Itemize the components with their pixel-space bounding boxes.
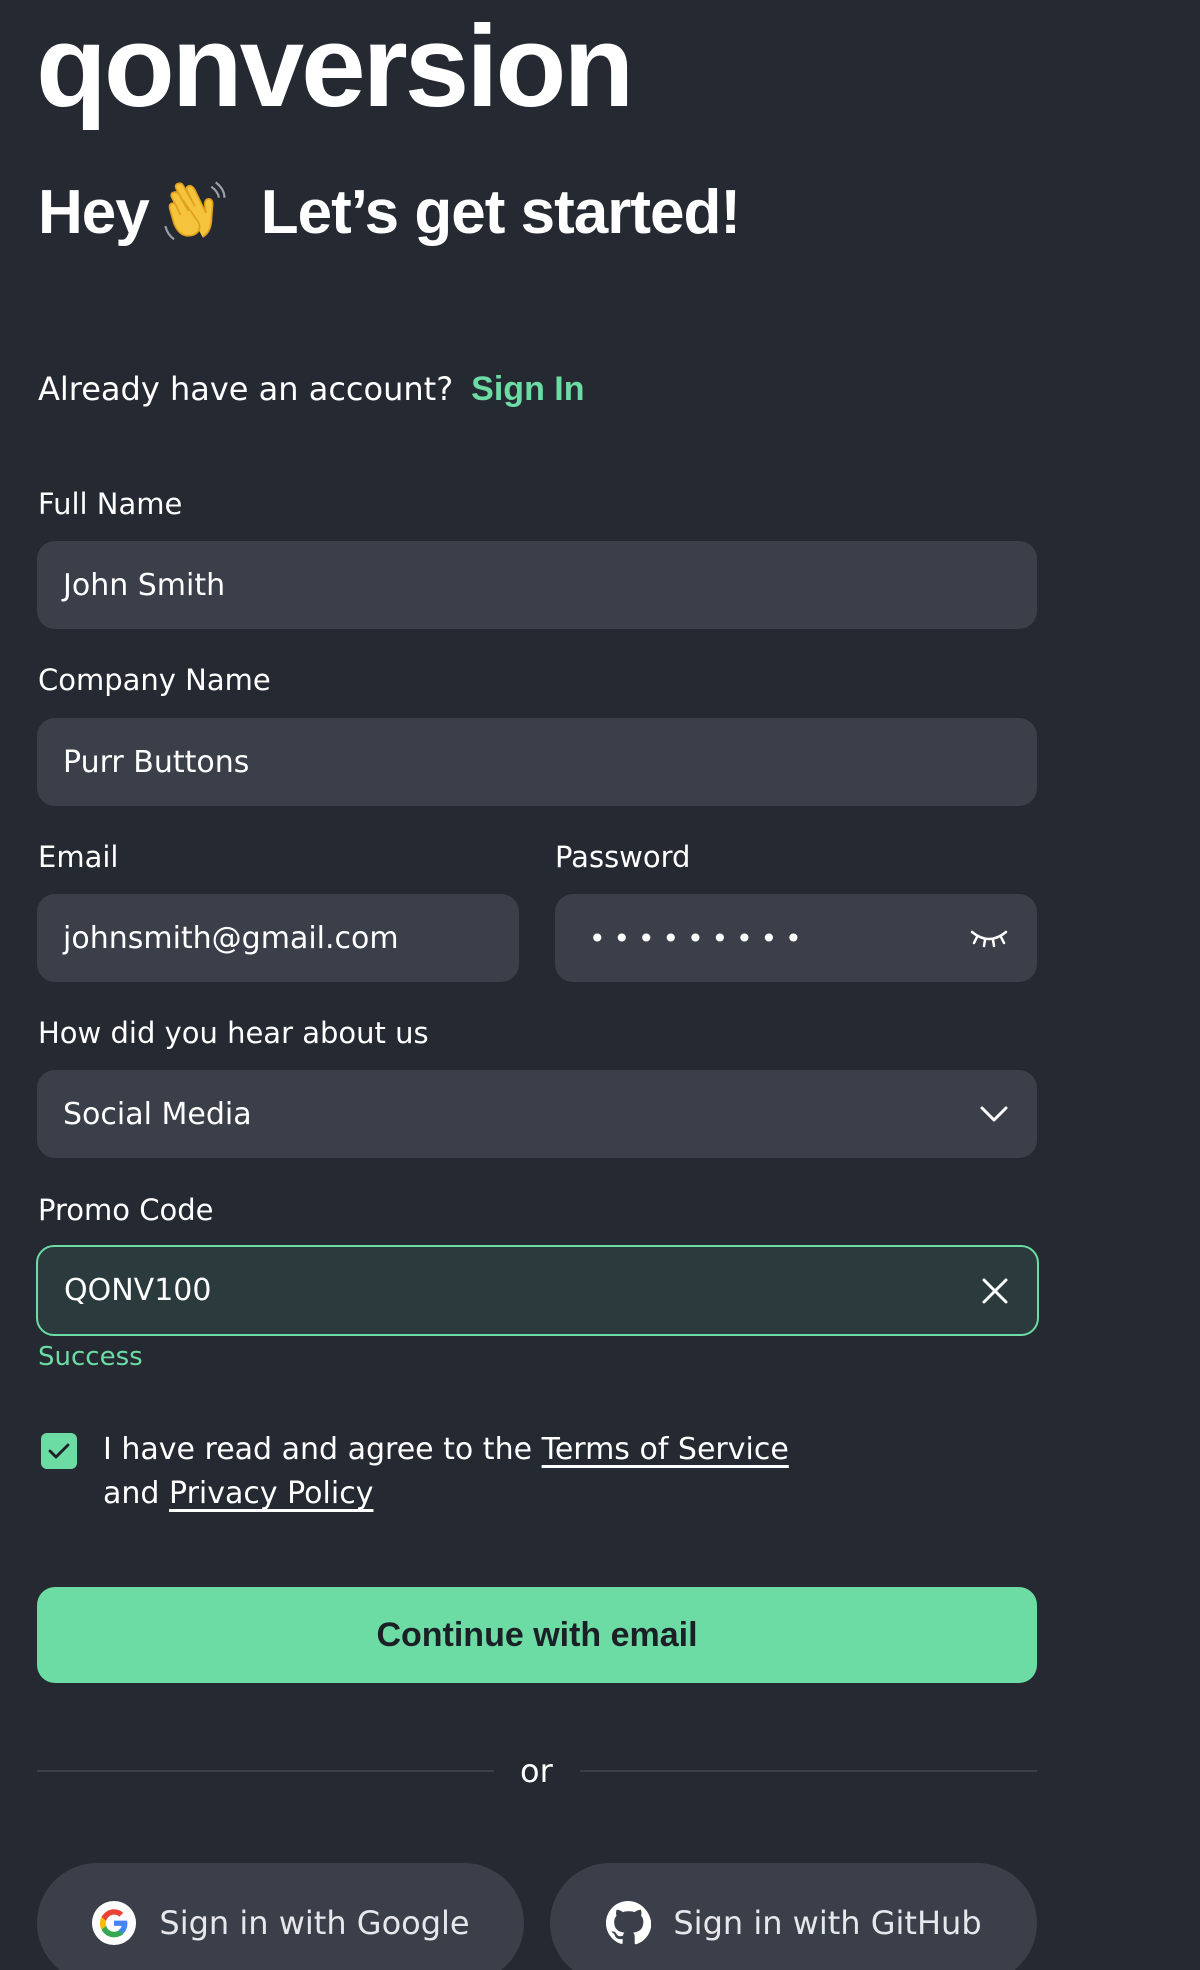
email-label: Email xyxy=(38,840,119,874)
referral-source-value: Social Media xyxy=(63,1096,252,1132)
github-icon xyxy=(606,1900,652,1945)
company-name-value: Purr Buttons xyxy=(63,744,250,780)
account-prompt: Already have an account? xyxy=(38,370,454,408)
waving-hand-icon xyxy=(161,178,231,248)
or-separator: or xyxy=(520,1752,553,1790)
privacy-policy-link[interactable]: Privacy Policy xyxy=(169,1476,373,1511)
terms-and: and xyxy=(103,1476,160,1511)
full-name-value: John Smith xyxy=(63,567,226,603)
terms-text: I have read and agree to the Terms of Se… xyxy=(103,1428,789,1516)
promo-code-value: QONV100 xyxy=(64,1273,212,1308)
close-icon[interactable] xyxy=(981,1277,1009,1305)
google-icon xyxy=(92,1900,137,1946)
divider-right xyxy=(580,1770,1037,1772)
company-name-label: Company Name xyxy=(38,663,271,697)
email-input[interactable]: johnsmith@gmail.com xyxy=(37,894,519,982)
referral-source-select[interactable]: Social Media xyxy=(37,1070,1037,1158)
headline-tagline: Let’s get started! xyxy=(260,177,741,247)
continue-with-email-button[interactable]: Continue with email xyxy=(37,1587,1037,1683)
sign-in-google-button[interactable]: Sign in with Google xyxy=(37,1863,524,1970)
github-button-label: Sign in with GitHub xyxy=(673,1904,982,1942)
promo-code-label: Promo Code xyxy=(38,1193,214,1227)
full-name-label: Full Name xyxy=(38,487,183,521)
headline-hey: Hey xyxy=(38,177,150,247)
google-button-label: Sign in with Google xyxy=(159,1904,470,1942)
full-name-input[interactable]: John Smith xyxy=(37,541,1037,629)
divider-left xyxy=(37,1770,494,1772)
sign-in-link[interactable]: Sign In xyxy=(471,370,584,409)
password-masked-value: ••••••••• xyxy=(589,921,810,955)
chevron-down-icon xyxy=(979,1105,1009,1123)
page-title: Hey Let’s get started! xyxy=(38,177,741,248)
qonversion-logo: qonversion xyxy=(36,1,634,131)
terms-checkbox[interactable] xyxy=(41,1433,77,1469)
company-name-input[interactable]: Purr Buttons xyxy=(37,718,1037,806)
promo-code-input[interactable]: QONV100 xyxy=(36,1245,1039,1336)
password-input[interactable]: ••••••••• xyxy=(555,894,1037,982)
eye-closed-icon[interactable] xyxy=(969,926,1009,950)
promo-status-text: Success xyxy=(38,1342,143,1372)
terms-prefix: I have read and agree to the xyxy=(103,1432,533,1467)
sign-in-github-button[interactable]: Sign in with GitHub xyxy=(550,1863,1037,1970)
email-value: johnsmith@gmail.com xyxy=(63,920,399,956)
terms-of-service-link[interactable]: Terms of Service xyxy=(542,1432,789,1467)
referral-source-label: How did you hear about us xyxy=(38,1016,429,1050)
password-label: Password xyxy=(555,840,691,874)
account-row: Already have an account? Sign In xyxy=(38,370,585,409)
checkmark-icon xyxy=(48,1443,70,1459)
